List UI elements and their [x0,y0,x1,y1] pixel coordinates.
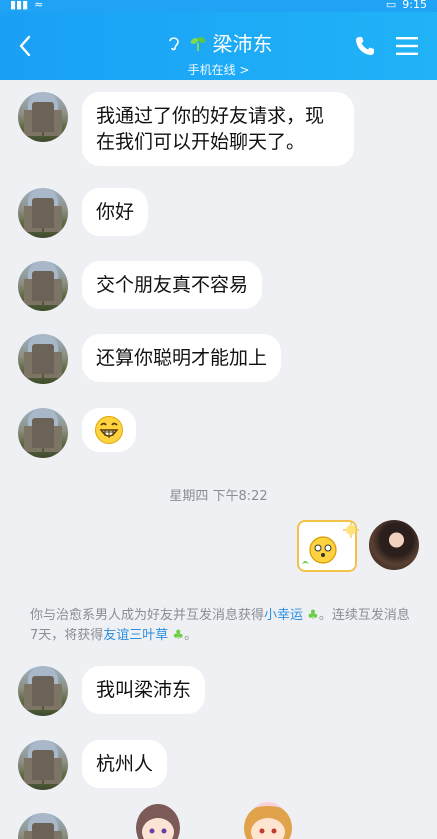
message-bubble[interactable]: 杭州人 [82,740,168,788]
message-row: 你好 [18,188,149,238]
menu-button[interactable] [395,36,419,56]
lucky-link[interactable]: 小幸运 [264,608,303,623]
clover-link[interactable]: 友谊三叶草 [103,628,168,643]
message-row: 还算你聪明才能加上 [18,334,282,384]
menu-icon [396,37,418,55]
sprout-icon: ♣ [303,608,319,623]
message-bubble[interactable]: 还算你聪明才能加上 [82,334,282,382]
my-avatar[interactable] [369,520,419,570]
system-text-3: 。 [184,628,198,643]
online-status[interactable]: 手机在线 > [0,61,437,78]
status-right: ▭ 9:15 [386,0,427,10]
cartoon-decoration [136,802,292,839]
message-row: 杭州人 [18,740,168,790]
contact-avatar[interactable] [18,666,68,716]
chat-header: 梁沛东 手机在线 > [0,12,437,80]
message-row: 我叫梁沛东 [18,666,206,716]
message-bubble[interactable]: 交个朋友真不容易 [82,261,263,309]
sun-icon [302,522,359,564]
contact-avatar[interactable] [18,813,68,839]
message-row: 我通过了你的好友请求，现在我们可以开始聊天了。 [18,92,354,166]
message-row [18,813,68,839]
status-bar: ▮▮▮ ≈ ▭ 9:15 [0,0,437,12]
chat-area[interactable]: 我通过了你的好友请求，现在我们可以开始聊天了。 你好 交个朋友真不容易 还算你聪… [0,80,437,839]
system-message: 你与治愈系男人成为好友并互发消息获得小幸运 ♣。连续互发消息7天，将获得友谊三叶… [30,606,410,646]
contact-avatar[interactable] [18,188,68,238]
signal-icon: ▮▮▮ [10,0,29,11]
message-row [18,408,136,458]
time-separator: 星期四 下午8:22 [169,489,268,504]
call-button[interactable] [353,34,377,58]
message-bubble[interactable]: 我通过了你的好友请求，现在我们可以开始聊天了。 [82,92,354,166]
system-text-1: 你与治愈系男人成为好友并互发消息获得 [30,608,265,623]
ear-icon [168,36,179,50]
sprout-icon [190,36,205,51]
contact-avatar[interactable] [18,261,68,311]
sticker-message[interactable] [297,520,359,572]
contact-name: 梁沛东 [212,32,273,56]
contact-avatar[interactable] [18,740,68,790]
message-bubble[interactable]: 你好 [82,188,149,236]
wifi-icon: ≈ [34,0,44,11]
contact-avatar[interactable] [18,408,68,458]
grin-emoji-icon [95,416,123,444]
phone-icon [356,37,374,55]
contact-avatar[interactable] [18,92,68,142]
message-bubble[interactable]: 我叫梁沛东 [82,666,206,714]
my-message-row [297,520,419,572]
contact-avatar[interactable] [18,334,68,384]
clover-icon: ♣ [168,628,185,643]
battery-icon: ▭ [385,0,397,11]
status-time: 9:15 [402,0,427,11]
message-row: 交个朋友真不容易 [18,261,263,311]
message-bubble[interactable] [82,408,136,452]
status-left: ▮▮▮ ≈ [10,0,43,10]
